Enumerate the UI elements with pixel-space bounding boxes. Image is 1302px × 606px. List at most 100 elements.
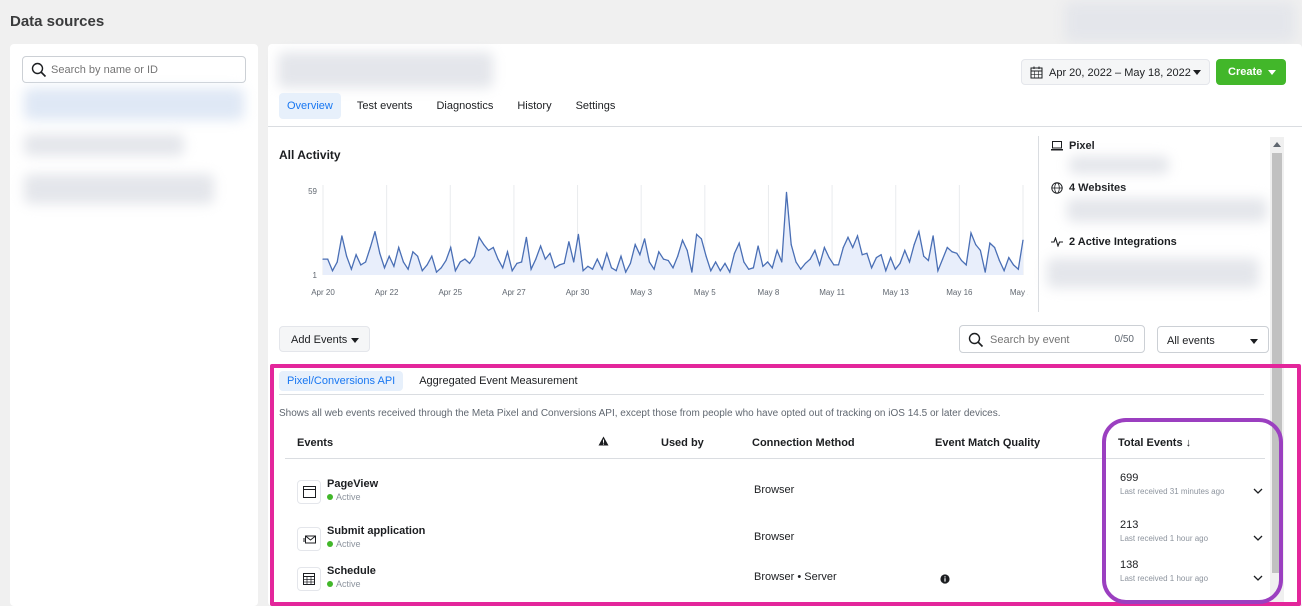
chart-point <box>800 268 802 270</box>
tab-aggregated-event-measurement[interactable]: Aggregated Event Measurement <box>411 371 585 391</box>
status-text: Active <box>336 539 361 549</box>
chart-point <box>681 239 684 241</box>
redacted-pixel-id <box>1069 156 1169 174</box>
event-filter-select[interactable]: All events <box>1157 326 1269 353</box>
chart-point <box>927 259 930 262</box>
event-search-box[interactable]: 0/50 <box>959 325 1145 353</box>
table-row[interactable]: PageView Active Browser 699 Last receive… <box>285 472 1265 522</box>
chart-point <box>748 268 750 270</box>
redacted-selected-source[interactable] <box>24 88 244 120</box>
date-range-picker[interactable]: Apr 20, 2022 – May 18, 2022 <box>1021 59 1210 85</box>
chart-point <box>582 270 584 272</box>
source-search-box[interactable] <box>22 56 246 83</box>
chart-point <box>1008 257 1010 259</box>
chart-point <box>696 233 698 235</box>
event-status: Active <box>327 579 361 589</box>
connection-method: Browser <box>754 531 795 543</box>
chart-point <box>880 254 882 256</box>
tab-settings[interactable]: Settings <box>568 93 624 119</box>
info-icon[interactable] <box>940 573 950 587</box>
chart-point <box>450 246 452 249</box>
tab-overview[interactable]: Overview <box>279 93 341 119</box>
chart-point <box>355 254 357 256</box>
chart-point <box>587 265 589 267</box>
chevron-down-icon[interactable] <box>1253 570 1263 584</box>
chart-point <box>885 270 887 272</box>
search-icon <box>31 62 47 81</box>
status-dot <box>327 541 333 547</box>
tab-test-events[interactable]: Test events <box>349 93 421 119</box>
calendar-grid-icon <box>297 567 321 591</box>
chart-point <box>331 270 334 272</box>
chart-point <box>511 270 513 272</box>
tab-pixel-conversions-api[interactable]: Pixel/Conversions API <box>279 371 404 391</box>
chart-point <box>445 259 447 262</box>
redacted-source-item[interactable] <box>24 134 184 156</box>
chart-point <box>875 257 878 259</box>
chevron-down-icon[interactable] <box>1253 483 1263 497</box>
column-total-events[interactable]: Total Events ↓ <box>1118 437 1191 449</box>
status-text: Active <box>336 579 361 589</box>
chart-point <box>998 259 1001 262</box>
table-row[interactable]: Submit application Active Browser 213 La… <box>285 519 1265 569</box>
event-status: Active <box>327 539 361 549</box>
chart-point <box>852 246 854 249</box>
chart-point <box>365 261 367 263</box>
create-button-label: Create <box>1228 66 1263 78</box>
tab-history[interactable]: History <box>509 93 559 119</box>
chart-point <box>1022 239 1024 241</box>
scroll-up-arrow[interactable] <box>1273 142 1281 147</box>
chart-point <box>975 244 977 246</box>
chart-point <box>923 255 925 257</box>
chart-point <box>454 270 456 272</box>
page-title: Data sources <box>10 13 105 30</box>
all-activity-title: All Activity <box>279 148 341 162</box>
chart-point <box>890 257 892 259</box>
chart-point <box>502 267 504 269</box>
create-button[interactable]: Create <box>1216 59 1286 85</box>
x-tick-label: May 16 <box>946 288 973 297</box>
events-tabs-divider <box>279 394 1264 395</box>
chart-point <box>700 238 702 240</box>
tab-diagnostics[interactable]: Diagnostics <box>428 93 501 119</box>
scrollbar[interactable] <box>1270 137 1284 605</box>
chart-point <box>629 262 631 264</box>
chart-point <box>752 267 754 269</box>
add-events-button[interactable]: Add Events <box>279 326 370 352</box>
chart-point <box>913 244 915 246</box>
chart-point <box>440 267 442 269</box>
table-row[interactable]: Schedule Active Browser • Server 138 Las… <box>285 559 1265 606</box>
websites-info: 4 Websites <box>1051 182 1126 194</box>
event-search-input[interactable] <box>990 332 1100 348</box>
chart-point <box>610 267 613 269</box>
event-search-count: 0/50 <box>1114 334 1134 345</box>
chart-point <box>639 254 641 256</box>
chart-point <box>946 246 948 249</box>
chart-point <box>861 254 863 256</box>
column-used-by[interactable]: Used by <box>661 437 704 449</box>
chart-point <box>644 238 646 240</box>
redacted-source-item[interactable] <box>24 174 214 204</box>
data-source-list-panel <box>10 44 258 606</box>
chart-point <box>369 246 371 249</box>
chart-point <box>407 268 409 270</box>
column-event-match-quality[interactable]: Event Match Quality <box>935 437 1040 449</box>
chevron-down-icon <box>1193 70 1201 75</box>
chart-point <box>833 264 835 266</box>
column-connection-method[interactable]: Connection Method <box>752 437 855 449</box>
chart-point <box>729 271 731 273</box>
browser-window-icon <box>297 480 321 504</box>
chart-point <box>497 258 499 260</box>
chart-point <box>615 270 617 272</box>
chart-point <box>577 233 579 235</box>
source-search-input[interactable] <box>51 61 241 79</box>
chart-point <box>350 268 352 270</box>
chart-point <box>942 258 944 260</box>
chart-point <box>904 249 906 251</box>
column-events[interactable]: Events <box>297 437 333 449</box>
chart-point <box>516 262 518 264</box>
scrollbar-thumb[interactable] <box>1272 153 1282 573</box>
chevron-down-icon[interactable] <box>1253 530 1263 544</box>
chart-point <box>601 268 603 270</box>
y-tick-label: 1 <box>313 271 318 280</box>
